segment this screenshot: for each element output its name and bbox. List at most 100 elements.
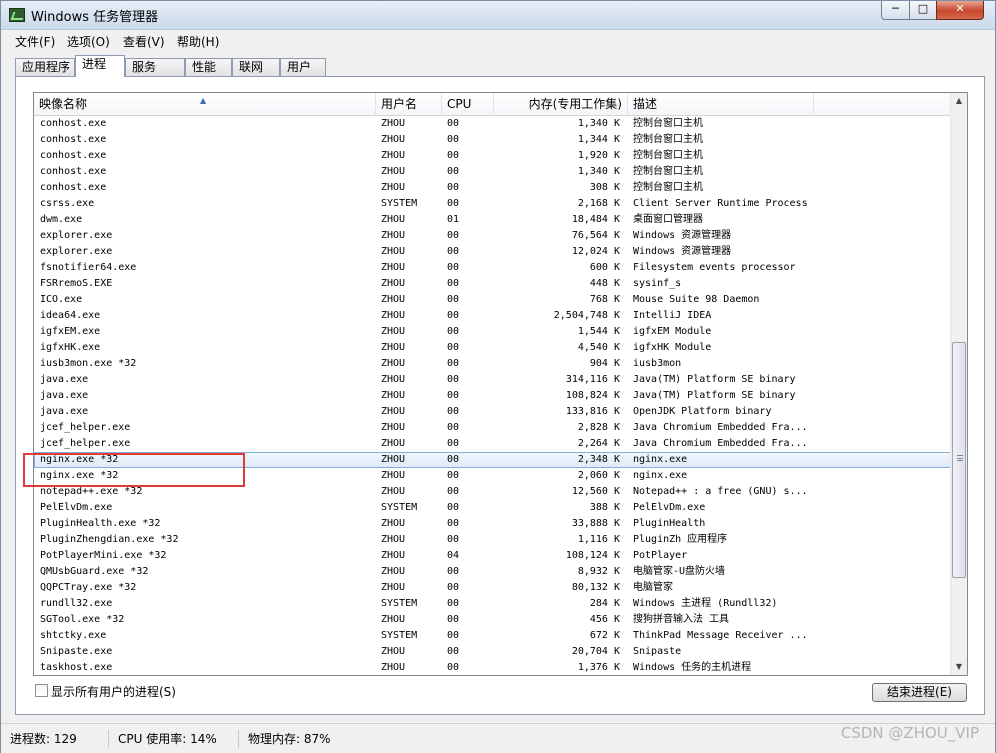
cell-description: 电脑管家 [633, 582, 673, 593]
table-row[interactable]: conhost.exe ZHOU 00 1,340 K 控制台窗口主机 [34, 164, 952, 180]
show-all-users-checkbox[interactable] [35, 684, 48, 697]
cell-cpu: 00 [447, 358, 460, 369]
close-button[interactable]: ✕ [936, 1, 984, 20]
cell-cpu: 00 [447, 342, 460, 353]
cell-image-name: conhost.exe [40, 182, 107, 193]
cell-user-name: ZHOU [381, 646, 406, 657]
column-memory[interactable]: 内存(专用工作集) [494, 93, 628, 116]
table-row[interactable]: ICO.exe ZHOU 00 768 K Mouse Suite 98 Daemon [34, 292, 952, 308]
cell-cpu: 00 [447, 230, 460, 241]
table-row[interactable]: idea64.exe ZHOU 00 2,504,748 K IntelliJ IDEA [34, 308, 952, 324]
table-row[interactable]: PluginZhengdian.exe *32 ZHOU 00 1,116 K Plug… [34, 532, 952, 548]
table-row[interactable]: FSRremoS.EXE ZHOU 00 448 K sysinf_s [34, 276, 952, 292]
minimize-button[interactable]: ─ [881, 1, 910, 20]
table-row[interactable]: jcef_helper.exe ZHOU 00 2,264 K Java Chromiu… [34, 436, 952, 452]
table-row[interactable]: Snipaste.exe ZHOU 00 20,704 K Snipaste [34, 644, 952, 660]
table-row[interactable]: QQPCTray.exe *32 ZHOU 00 80,132 K 电脑管家 [34, 580, 952, 596]
scroll-up-icon[interactable]: ▲ [951, 93, 967, 109]
cell-description: Java Chromium Embedded Fra... [633, 438, 808, 449]
column-cpu[interactable]: CPU [442, 93, 494, 116]
column-description[interactable]: 描述 [628, 93, 814, 116]
cell-memory: 1,340 K [577, 166, 620, 177]
cell-cpu: 00 [447, 422, 460, 433]
cell-description: Java(TM) Platform SE binary [633, 390, 796, 401]
menu-file[interactable]: 文件(F) [15, 33, 55, 50]
processes-panel: 映像名称 ▲ 用户名 CPU 内存(专用工作集) 描述 conhost.exe Z… [15, 76, 985, 715]
tab-services[interactable]: 服务 [125, 58, 185, 77]
column-user-name[interactable]: 用户名 [376, 93, 442, 116]
menu-options[interactable]: 选项(O) [67, 33, 110, 50]
table-row[interactable]: igfxHK.exe ZHOU 00 4,540 K igfxHK Module [34, 340, 952, 356]
table-row[interactable]: PelElvDm.exe SYSTEM 00 388 K PelElvDm.exe [34, 500, 952, 516]
table-row[interactable]: csrss.exe SYSTEM 00 2,168 K Client Server Ru… [34, 196, 952, 212]
table-row[interactable]: jcef_helper.exe ZHOU 00 2,828 K Java Chromiu… [34, 420, 952, 436]
maximize-button[interactable]: □ [909, 1, 937, 20]
table-row[interactable]: taskhost.exe ZHOU 00 1,376 K Windows 任务的主机进程 [34, 660, 952, 675]
table-row[interactable]: java.exe ZHOU 00 314,116 K Java(TM) Platform… [34, 372, 952, 388]
table-row[interactable]: conhost.exe ZHOU 00 308 K 控制台窗口主机 [34, 180, 952, 196]
cell-memory: 108,824 K [565, 390, 620, 401]
cell-cpu: 00 [447, 502, 460, 513]
menu-view[interactable]: 查看(V) [123, 33, 165, 50]
table-row[interactable]: iusb3mon.exe *32 ZHOU 00 904 K iusb3mon [34, 356, 952, 372]
cell-description: nginx.exe [633, 470, 688, 481]
table-row[interactable]: SGTool.exe *32 ZHOU 00 456 K 搜狗拼音输入法 工具 [34, 612, 952, 628]
grip-icon [957, 455, 963, 461]
cell-description: Client Server Runtime Process [633, 198, 808, 209]
cell-cpu: 00 [447, 310, 460, 321]
cell-memory: 18,484 K [571, 214, 620, 225]
cell-image-name: conhost.exe [40, 166, 107, 177]
table-row[interactable]: rundll32.exe SYSTEM 00 284 K Windows 主进程 (Ru… [34, 596, 952, 612]
table-row[interactable]: shtctky.exe SYSTEM 00 672 K ThinkPad Message… [34, 628, 952, 644]
end-process-button[interactable]: 结束进程(E) [872, 683, 967, 702]
cell-user-name: ZHOU [381, 230, 406, 241]
tab-applications[interactable]: 应用程序 [15, 58, 75, 77]
cell-memory: 1,340 K [577, 118, 620, 129]
cell-user-name: ZHOU [381, 422, 406, 433]
table-row[interactable]: QMUsbGuard.exe *32 ZHOU 00 8,932 K 电脑管家-U盘防火… [34, 564, 952, 580]
cell-user-name: ZHOU [381, 342, 406, 353]
scroll-down-icon[interactable]: ▼ [951, 659, 967, 675]
cell-image-name: SGTool.exe *32 [40, 614, 125, 625]
table-row[interactable]: java.exe ZHOU 00 133,816 K OpenJDK Platform … [34, 404, 952, 420]
cell-user-name: ZHOU [381, 358, 406, 369]
cell-image-name: PelElvDm.exe [40, 502, 113, 513]
cell-memory: 1,344 K [577, 134, 620, 145]
scrollbar-thumb[interactable] [952, 342, 966, 578]
cell-image-name: iusb3mon.exe *32 [40, 358, 137, 369]
cell-memory: 2,828 K [577, 422, 620, 433]
table-row[interactable]: fsnotifier64.exe ZHOU 00 600 K Filesystem ev… [34, 260, 952, 276]
tab-processes[interactable]: 进程 [75, 55, 125, 77]
cell-image-name: QQPCTray.exe *32 [40, 582, 137, 593]
table-row[interactable]: PluginHealth.exe *32 ZHOU 00 33,888 K Plugin… [34, 516, 952, 532]
vertical-scrollbar[interactable]: ▲ ▼ [950, 93, 967, 675]
table-row[interactable]: explorer.exe ZHOU 00 12,024 K Windows 资源管理器 [34, 244, 952, 260]
process-list[interactable]: 映像名称 ▲ 用户名 CPU 内存(专用工作集) 描述 conhost.exe Z… [33, 92, 968, 676]
cell-description: PotPlayer [633, 550, 688, 561]
table-row[interactable]: java.exe ZHOU 00 108,824 K Java(TM) Platform… [34, 388, 952, 404]
table-row[interactable]: explorer.exe ZHOU 00 76,564 K Windows 资源管理器 [34, 228, 952, 244]
cell-user-name: ZHOU [381, 662, 406, 673]
cell-memory: 1,116 K [577, 534, 620, 545]
title-bar[interactable]: Windows 任务管理器 ─ □ ✕ [1, 1, 995, 30]
cell-memory: 904 K [589, 358, 620, 369]
table-row[interactable]: igfxEM.exe ZHOU 00 1,544 K igfxEM Module [34, 324, 952, 340]
tab-networking[interactable]: 联网 [232, 58, 280, 77]
cell-user-name: ZHOU [381, 614, 406, 625]
cell-image-name: java.exe [40, 374, 89, 385]
tab-performance[interactable]: 性能 [185, 58, 232, 77]
cell-image-name: dwm.exe [40, 214, 83, 225]
cell-description: 搜狗拼音输入法 工具 [633, 614, 730, 625]
tab-users[interactable]: 用户 [280, 58, 326, 77]
cell-memory: 600 K [589, 262, 620, 273]
status-memory: 物理内存: 87% [248, 732, 331, 746]
menu-help[interactable]: 帮助(H) [177, 33, 219, 50]
cell-description: 控制台窗口主机 [633, 166, 703, 177]
cell-description: Windows 资源管理器 [633, 230, 732, 241]
table-row[interactable]: conhost.exe ZHOU 00 1,344 K 控制台窗口主机 [34, 132, 952, 148]
table-row[interactable]: PotPlayerMini.exe *32 ZHOU 04 108,124 K PotP… [34, 548, 952, 564]
table-row[interactable]: conhost.exe ZHOU 00 1,340 K 控制台窗口主机 [34, 116, 952, 132]
column-image-name[interactable]: 映像名称 ▲ [34, 93, 376, 116]
table-row[interactable]: dwm.exe ZHOU 01 18,484 K 桌面窗口管理器 [34, 212, 952, 228]
table-row[interactable]: conhost.exe ZHOU 00 1,920 K 控制台窗口主机 [34, 148, 952, 164]
